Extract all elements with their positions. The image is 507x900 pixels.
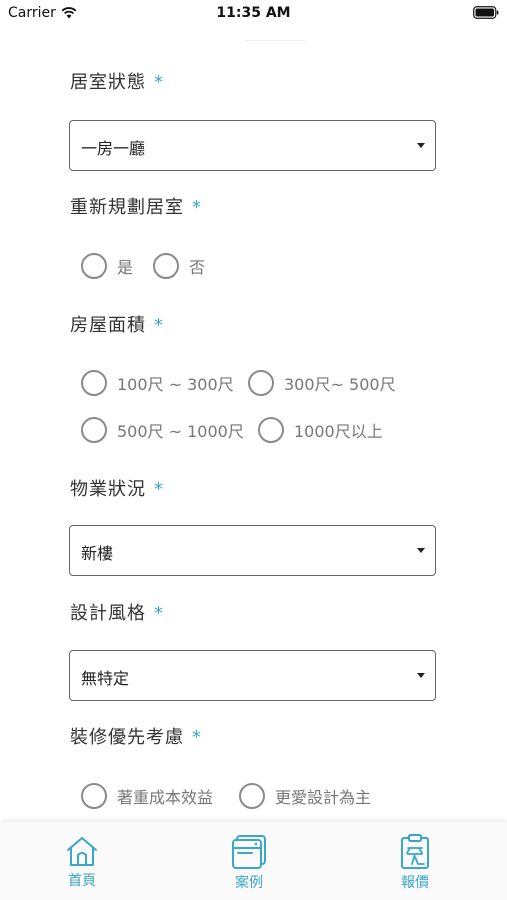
replan-label: 重新規劃居室 *	[70, 193, 202, 219]
design-style-label: 設計風格 *	[70, 599, 164, 625]
room-status-value: 一房一廳	[81, 139, 146, 158]
quote-icon	[401, 834, 429, 869]
battery-icon	[473, 6, 499, 19]
replan-radio-no[interactable]: 否	[153, 253, 205, 279]
radio-circle-icon[interactable]	[248, 370, 274, 396]
room-status-label: 居室狀態 *	[70, 68, 164, 94]
area-radio-100-300[interactable]: 100尺 ~ 300尺	[81, 370, 234, 396]
radio-circle-icon[interactable]	[258, 417, 284, 443]
tab-quote[interactable]: 報價	[375, 834, 455, 892]
tab-home[interactable]: 首頁	[42, 834, 122, 890]
caret-down-icon	[417, 673, 425, 678]
area-option-label: 500尺 ~ 1000尺	[117, 422, 244, 441]
area-radio-1000-plus[interactable]: 1000尺以上	[258, 417, 383, 443]
priority-radio-design[interactable]: 更愛設計為主	[239, 783, 371, 809]
radio-circle-icon[interactable]	[239, 783, 265, 809]
home-icon	[67, 837, 97, 866]
radio-circle-icon[interactable]	[81, 783, 107, 809]
priority-radio-cost[interactable]: 著重成本效益	[81, 783, 213, 809]
top-divider	[245, 40, 305, 41]
area-option-label: 1000尺以上	[294, 422, 383, 441]
radio-circle-icon[interactable]	[81, 370, 107, 396]
priority-label: 裝修優先考慮 *	[70, 723, 202, 749]
replan-label-text: 重新規劃居室	[70, 197, 184, 218]
required-mark: *	[192, 197, 202, 218]
area-option-label: 100尺 ~ 300尺	[117, 375, 234, 394]
replan-option-yes-label: 是	[117, 258, 134, 277]
property-status-select[interactable]: 新樓	[69, 525, 436, 576]
tab-home-label: 首頁	[68, 873, 96, 889]
radio-circle-icon[interactable]	[153, 253, 179, 279]
cases-icon	[232, 835, 266, 869]
area-radio-300-500[interactable]: 300尺~ 500尺	[248, 370, 396, 396]
tab-cases[interactable]: 案例	[209, 834, 289, 892]
priority-label-text: 裝修優先考慮	[70, 727, 184, 748]
status-bar: Carrier 11:35 AM	[0, 0, 507, 30]
design-style-select[interactable]: 無特定	[69, 650, 436, 701]
caret-down-icon	[417, 143, 425, 148]
tab-cases-label: 案例	[235, 875, 263, 891]
radio-circle-icon[interactable]	[81, 253, 107, 279]
required-mark: *	[154, 479, 164, 500]
required-mark: *	[154, 603, 164, 624]
area-option-label: 300尺~ 500尺	[284, 375, 396, 394]
priority-option-label: 更愛設計為主	[275, 788, 372, 807]
replan-option-no-label: 否	[189, 258, 206, 277]
required-mark: *	[192, 727, 202, 748]
design-style-label-text: 設計風格	[70, 603, 146, 624]
room-status-label-text: 居室狀態	[70, 72, 146, 93]
tab-bar: 首頁 案例 報價	[0, 822, 507, 900]
radio-circle-icon[interactable]	[81, 417, 107, 443]
property-status-value: 新樓	[81, 544, 114, 563]
property-status-label: 物業狀況 *	[70, 475, 164, 501]
property-status-label-text: 物業狀況	[70, 479, 146, 500]
caret-down-icon	[417, 548, 425, 553]
area-label-text: 房屋面積	[70, 315, 146, 336]
replan-radio-yes[interactable]: 是	[81, 253, 133, 279]
room-status-select[interactable]: 一房一廳	[69, 120, 436, 171]
area-radio-500-1000[interactable]: 500尺 ~ 1000尺	[81, 417, 244, 443]
design-style-value: 無特定	[81, 669, 130, 688]
tab-quote-label: 報價	[401, 875, 429, 891]
screen: Carrier 11:35 AM 居室狀態 * 一房一廳 重新規劃居室 * 是 否	[0, 0, 507, 900]
status-time: 11:35 AM	[216, 5, 291, 21]
required-mark: *	[154, 72, 164, 93]
required-mark: *	[154, 315, 164, 336]
area-label: 房屋面積 *	[70, 311, 164, 337]
priority-option-label: 著重成本效益	[117, 788, 214, 807]
